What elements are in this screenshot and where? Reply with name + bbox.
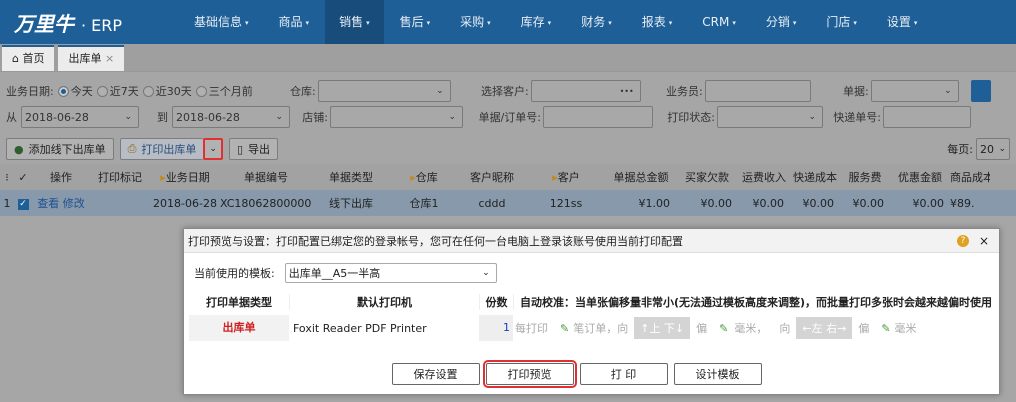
print-outbound-button[interactable]: ⎙ 打印出库单 — [119, 138, 204, 160]
dialog-header: 打印预览与设置：打印配置已绑定您的登录帐号，您可在任何一台电脑上登录该账号使用当… — [184, 229, 999, 253]
salesman-input[interactable] — [704, 80, 811, 102]
to-date-select[interactable]: 2018-06-28 ⌄ — [172, 106, 290, 128]
chevron-down-icon: ⌄ — [209, 144, 217, 154]
caret-down-icon: ▾ — [668, 18, 673, 27]
column-header[interactable]: 单据类型 — [312, 169, 390, 185]
nav-item[interactable]: 销售 ▾ — [325, 0, 384, 44]
caret-down-icon: ▾ — [305, 18, 310, 27]
excel-icon: ▯ — [236, 142, 244, 156]
edit-pencil-icon[interactable]: ✎ — [881, 322, 890, 335]
nav-item[interactable]: CRM ▾ — [688, 0, 750, 44]
column-header[interactable]: 运费收入 — [738, 169, 790, 185]
horizontal-direction-toggle[interactable]: ←左 右→ — [796, 317, 853, 339]
caret-down-icon: ▾ — [426, 18, 431, 27]
radio-today[interactable] — [57, 85, 69, 97]
column-header[interactable]: 优惠金额 — [890, 169, 950, 185]
tab-bar: ⌂ 首页 出库单 × — [0, 44, 1016, 72]
doc-select[interactable]: ⌄ — [870, 80, 959, 102]
close-icon[interactable]: × — [979, 234, 989, 248]
filter-panel: 业务日期: 今天 近7天 近30天 三个月前 仓库: ⌄ 选择客户: ••• 业… — [0, 72, 1016, 136]
column-header[interactable]: 客户昵称 — [458, 169, 526, 185]
column-header[interactable]: 买家欠款 — [676, 169, 738, 185]
per-page-select[interactable]: 20 ⌄ — [976, 138, 1010, 160]
caret-down-icon: ▾ — [792, 18, 797, 27]
home-icon: ⌂ — [12, 52, 19, 65]
edit-pencil-icon[interactable]: ✎ — [560, 322, 569, 335]
nav-item[interactable]: 基础信息 ▾ — [180, 0, 263, 44]
edit-pencil-icon[interactable]: ✎ — [719, 322, 728, 335]
nav-item[interactable]: 分销 ▾ — [752, 0, 811, 44]
save-settings-button[interactable]: 保存设置 — [391, 363, 480, 385]
caret-down-icon: ▾ — [608, 18, 612, 27]
print-config-header: 打印单据类型 默认打印机 份数 自动校准：当单张偏移量非常小(无法通过模板高度来… — [206, 294, 993, 310]
nav-item[interactable]: 库存 ▾ — [507, 0, 566, 44]
column-header[interactable]: 快递成本 — [790, 169, 840, 185]
help-icon[interactable]: ? — [957, 234, 969, 247]
add-offline-outbound-button[interactable]: ● 添加线下出库单 — [6, 138, 114, 160]
from-date-select[interactable]: 2018-06-28 ⌄ — [21, 106, 139, 128]
caret-down-icon: ▾ — [366, 18, 370, 27]
customer-picker[interactable]: ••• — [530, 80, 641, 102]
chevron-down-icon: ⌄ — [436, 86, 444, 96]
column-header[interactable]: 单据总金额 — [606, 169, 676, 185]
column-header[interactable]: ⁝ — [0, 171, 14, 184]
caret-down-icon: ▾ — [547, 18, 552, 27]
caret-down-icon: ▾ — [913, 18, 918, 27]
express-no-input[interactable] — [883, 106, 971, 128]
column-header[interactable]: ▸客户 — [526, 169, 606, 185]
view-link[interactable]: 查看 — [37, 197, 59, 210]
print-config-row: 出库单 Foxit Reader PDF Printer 1 每打印 ✎ 笔订单… — [189, 315, 999, 341]
column-header[interactable]: 打印标记 — [90, 169, 150, 185]
design-template-button[interactable]: 设计模板 — [673, 363, 762, 385]
nav-item[interactable]: 门店 ▾ — [812, 0, 871, 44]
search-button[interactable] — [970, 80, 991, 102]
vertical-direction-toggle[interactable]: ↑上 下↓ — [634, 317, 691, 339]
nav-item[interactable]: 采购 ▾ — [446, 0, 505, 44]
nav-item[interactable]: 报表 ▾ — [628, 0, 687, 44]
nav-item[interactable]: 售后 ▾ — [386, 0, 445, 44]
template-select[interactable]: 出库单__A5一半高 ⌄ — [284, 263, 497, 283]
row-checkbox[interactable]: ✓ — [17, 199, 29, 210]
column-header[interactable]: 商品成本 — [950, 169, 990, 185]
print-dropdown-button[interactable]: ⌄ — [203, 138, 223, 160]
table-row[interactable]: 1 ✓ 查看 修改 2018-06-28 XC180628000001 线下出库… — [0, 190, 1016, 216]
toolbar: ● 添加线下出库单 ⎙ 打印出库单 ⌄ ▯ 导出 每页: 20 ⌄ — [0, 136, 1016, 162]
close-icon[interactable]: × — [105, 52, 114, 65]
print-button[interactable]: 打 印 — [579, 363, 668, 385]
caret-down-icon: ▾ — [487, 18, 491, 27]
printer-icon: ⎙ — [127, 142, 137, 155]
table-header: ⁝ ✓ 操作 打印标记 ▸业务日期 单据编号 单据类型 ▸仓库 客户昵称 ▸客户 单据总金额 买家欠款… — [0, 164, 1016, 190]
tab-outbound[interactable]: 出库单 × — [58, 45, 125, 71]
print-preview-button[interactable]: 打印预览 — [482, 360, 577, 388]
store-select[interactable]: ⌄ — [330, 106, 463, 128]
nav-item[interactable]: 设置 ▾ — [873, 0, 932, 44]
column-header[interactable]: 服务费 — [840, 169, 890, 185]
nav-item[interactable]: 财务 ▾ — [567, 0, 626, 44]
logo: 万里牛 · ERP — [14, 11, 123, 36]
copies-input[interactable]: 1 — [479, 315, 513, 341]
tab-home[interactable]: ⌂ 首页 — [2, 45, 55, 71]
caret-down-icon: ▾ — [732, 18, 736, 27]
radio-7days[interactable] — [96, 85, 108, 97]
order-no-input[interactable] — [543, 106, 653, 128]
column-header[interactable]: ▸仓库 — [390, 169, 458, 185]
plus-circle-icon: ● — [14, 142, 24, 156]
warehouse-select[interactable]: ⌄ — [317, 80, 451, 102]
edit-link[interactable]: 修改 — [63, 197, 85, 210]
print-settings-dialog: 打印预览与设置：打印配置已绑定您的登录帐号，您可在任何一台电脑上登录该账号使用当… — [183, 228, 1000, 395]
column-header[interactable]: ✓ — [14, 171, 32, 184]
column-header[interactable]: 单据编号 — [220, 169, 312, 185]
caret-down-icon: ▾ — [245, 18, 249, 27]
export-button[interactable]: ▯ 导出 — [228, 138, 279, 160]
radio-3months[interactable] — [195, 85, 207, 97]
column-header[interactable]: ▸业务日期 — [150, 169, 220, 185]
radio-30days[interactable] — [142, 85, 154, 97]
print-status-select[interactable]: ⌄ — [717, 106, 823, 128]
top-nav: 万里牛 · ERP 基础信息 ▾ 商品 ▾ 销售 ▾ 售后 ▾ 采购 ▾ 库存 ▾ 财务 ▾ 报表 ▾ CRM ▾… — [0, 0, 1016, 44]
nav-item[interactable]: 商品 ▾ — [265, 0, 324, 44]
column-header[interactable]: 操作 — [32, 169, 90, 185]
caret-down-icon: ▾ — [853, 18, 857, 27]
